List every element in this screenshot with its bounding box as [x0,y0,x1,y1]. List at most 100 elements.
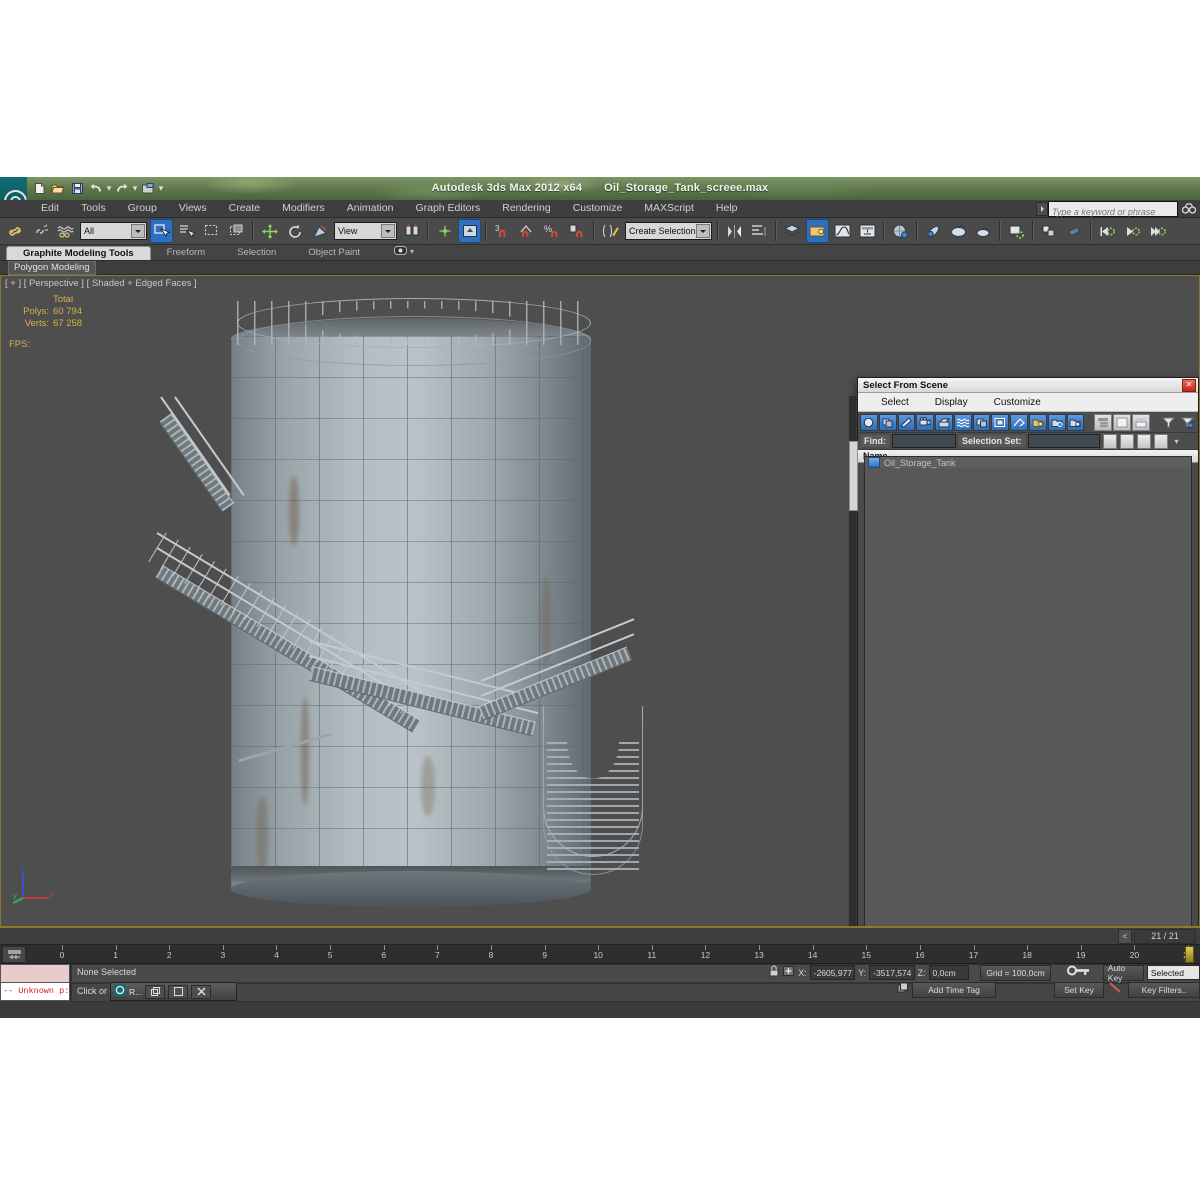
display-geometry-icon[interactable] [860,413,878,431]
toggle-ribbon-icon[interactable] [806,219,829,243]
snaps-toggle-icon[interactable]: 3 [491,219,514,243]
next-frame-icon[interactable] [1146,219,1169,243]
menu-item-create[interactable]: Create [218,200,272,217]
current-frame-indicator[interactable]: 21 / 21 [1134,928,1196,944]
minimized-window-taskbar[interactable]: R... [110,982,237,1001]
selection-filter-dropdown[interactable]: All [80,222,147,240]
prev-frame-icon[interactable] [1096,219,1119,243]
use-pivot-point-center-icon[interactable] [400,219,423,243]
selection-set-dropdown-icon[interactable] [1102,433,1117,449]
display-lights-icon[interactable] [897,413,916,431]
viewport-label[interactable]: [ + ] [ Perspective ] [ Shaded + Edged F… [5,278,197,289]
filter-icon[interactable] [1160,414,1178,431]
time-slider[interactable] [1185,946,1194,963]
scrollbar-thumb[interactable] [849,441,858,511]
display-helpers-icon[interactable] [935,413,953,431]
select-and-scale-icon[interactable] [308,219,331,243]
display-xrefs-icon[interactable] [991,413,1010,431]
menu-item-group[interactable]: Group [117,200,168,217]
key-target-display[interactable]: Selected [1146,965,1200,980]
dialog-menu-select[interactable]: Select [868,397,922,408]
menu-item-tools[interactable]: Tools [70,200,117,217]
close-icon[interactable] [191,984,212,999]
play-animation-icon[interactable] [1121,219,1144,243]
render-setup-icon[interactable] [922,219,945,243]
remove-selection-set-icon[interactable] [1136,433,1151,449]
percent-snap-toggle-icon[interactable]: % [541,219,564,243]
dialog-left-scrollbar[interactable] [849,396,858,926]
rendered-frame-window-icon[interactable] [947,219,970,243]
align-icon[interactable] [748,219,771,243]
tab-object-paint[interactable]: Object Paint [292,245,376,260]
spinner-snap-toggle-icon[interactable] [566,219,589,243]
unlink-selection-icon[interactable] [29,219,52,243]
selection-set-input[interactable] [1027,434,1100,448]
open-mini-curve-editor-icon[interactable] [2,946,26,963]
menu-item-modifiers[interactable]: Modifiers [271,200,336,217]
ribbon-dropdown-icon[interactable]: ▾ [410,247,414,256]
key-mode-toggle-icon[interactable] [1066,964,1092,982]
set-project-folder-icon[interactable] [139,179,157,197]
keyboard-shortcut-override-icon[interactable] [458,219,481,243]
reference-coordinate-system-dropdown[interactable]: View [334,222,397,240]
window-crossing-toggle-icon[interactable] [225,219,248,243]
display-space-warps-icon[interactable] [953,413,972,431]
application-menu-button[interactable] [0,177,32,200]
save-file-icon[interactable] [68,179,86,197]
coord-y-field[interactable]: -3517,574 [869,965,915,980]
select-and-manipulate-icon[interactable] [433,219,456,243]
select-from-scene-dialog[interactable]: Select From Scene ✕ Select Display Custo… [849,377,1199,926]
tab-selection[interactable]: Selection [221,245,292,260]
material-editor-icon[interactable] [889,219,912,243]
menu-item-rendering[interactable]: Rendering [491,200,561,217]
menu-item-animation[interactable]: Animation [336,200,405,217]
dialog-options-dropdown-icon[interactable]: ▾ [1175,437,1179,446]
absolute-relative-transform-icon[interactable] [782,964,795,982]
render-in-cloud-icon[interactable] [1005,219,1028,243]
display-bones-icon[interactable] [1010,413,1029,431]
dialog-menu-customize[interactable]: Customize [981,397,1054,408]
clear-filter-icon[interactable] [1178,414,1196,431]
coord-x-field[interactable]: -2605,977 [809,965,856,980]
undo-icon[interactable] [87,179,105,197]
dialog-menu-display[interactable]: Display [922,397,981,408]
edit-named-selection-sets-icon[interactable] [599,219,622,243]
select-and-rotate-icon[interactable] [283,219,306,243]
menu-item-views[interactable]: Views [168,200,218,217]
select-and-link-icon[interactable] [4,219,27,243]
tab-graphite-modeling-tools[interactable]: Graphite Modeling Tools [6,246,151,260]
display-groups-icon[interactable] [972,413,991,431]
bind-to-space-warp-icon[interactable] [54,219,77,243]
restore-icon[interactable] [145,984,166,999]
perspective-viewport[interactable]: [ + ] [ Perspective ] [ Shaded + Edged F… [0,275,1200,927]
set-key-button[interactable]: Set Key [1054,981,1104,998]
new-file-icon[interactable] [30,179,48,197]
oil-storage-tank-model[interactable]: 4 1 0 400 BBL DANGER OIL [1,276,861,926]
render-production-icon[interactable] [972,219,995,243]
mirror-icon[interactable] [723,219,746,243]
close-icon[interactable]: ✕ [1182,378,1196,392]
panel-polygon-modeling[interactable]: Polygon Modeling [8,260,96,275]
selection-filter-arrow-icon[interactable] [131,224,145,238]
search-input-wrapper[interactable] [1048,201,1182,220]
activeshade-icon[interactable] [1063,219,1086,243]
display-cameras-icon[interactable] [916,413,935,431]
dialog-title-bar[interactable]: Select From Scene ✕ [858,378,1198,393]
search-binoculars-icon[interactable] [1181,201,1197,215]
track-bar-prev-icon[interactable]: < [1118,928,1132,944]
rectangular-selection-region-icon[interactable] [200,219,223,243]
redo-dropdown-icon[interactable]: ▾ [132,179,138,197]
maxscript-mini-listener[interactable]: -- Unknown p: [0,964,71,1001]
schematic-view-icon[interactable] [856,219,879,243]
select-and-move-icon[interactable] [258,219,281,243]
display-shapes-icon[interactable] [878,413,897,431]
create-selection-set-icon[interactable] [1119,433,1134,449]
coord-z-field[interactable]: 0,0cm [928,965,970,980]
collapse-all-icon[interactable] [1113,413,1131,431]
select-object-icon[interactable] [150,219,173,243]
menu-item-edit[interactable]: Edit [30,200,70,217]
angle-snap-toggle-icon[interactable] [516,219,539,243]
lock-selection-icon[interactable] [769,964,779,982]
menu-item-customize[interactable]: Customize [562,200,634,217]
add-selected-to-set-icon[interactable] [1153,433,1168,449]
